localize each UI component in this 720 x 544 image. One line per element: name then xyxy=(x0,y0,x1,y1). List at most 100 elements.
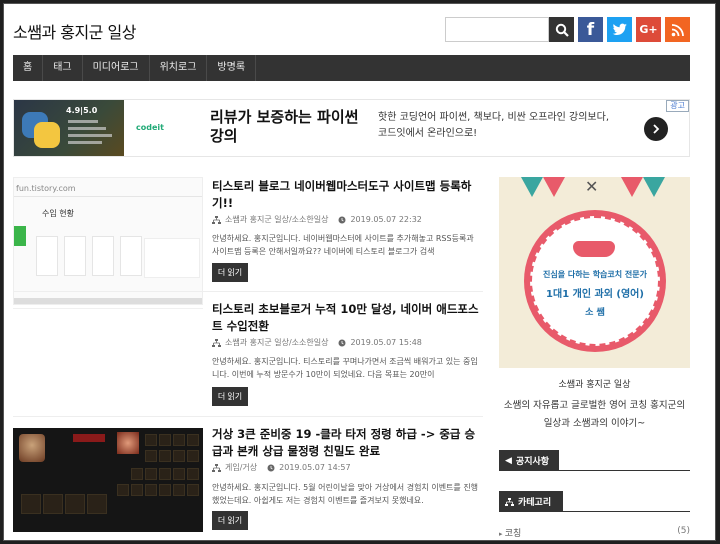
twitter-icon[interactable] xyxy=(607,17,632,42)
rss-icon[interactable] xyxy=(665,17,690,42)
game-slot xyxy=(187,484,199,496)
site-title[interactable]: 소쌤과 홍지군 일상 xyxy=(13,19,136,43)
widget-underline xyxy=(499,511,690,512)
game-portrait xyxy=(117,432,139,454)
category-count: (5) xyxy=(677,526,690,536)
chevron-right-icon xyxy=(653,124,660,134)
game-slot xyxy=(173,450,185,462)
game-slot xyxy=(159,468,171,480)
python-logo-part xyxy=(34,122,60,148)
post-excerpt: 안녕하세요. 홍지군입니다. 5월 어린이날을 맞아 거상에서 경험치 이벤트를… xyxy=(212,483,479,505)
category-title-label: 카테고리 xyxy=(518,498,552,508)
category-widget-title: 카테고리 xyxy=(499,491,563,512)
game-slot xyxy=(87,494,107,514)
clock-icon xyxy=(267,464,275,471)
thumb-footer xyxy=(14,298,202,304)
post-divider xyxy=(13,291,483,292)
nav-item-medialog[interactable]: 미디어로그 xyxy=(83,55,150,81)
close-mark-icon: ✕ xyxy=(585,177,599,196)
game-slot xyxy=(159,434,171,446)
ad-next-button[interactable] xyxy=(644,117,668,141)
game-slot xyxy=(173,484,185,496)
game-slot xyxy=(65,494,85,514)
banner-line-3: 소 쌤 xyxy=(585,308,605,318)
thumb-label: 수입 현황 xyxy=(42,209,74,218)
post-thumbnail[interactable] xyxy=(13,428,203,532)
thumb-divider xyxy=(14,196,202,197)
facebook-icon[interactable]: f xyxy=(578,17,603,42)
notice-widget-title: ◀ 공지사항 xyxy=(499,450,559,471)
post-thumbnail[interactable] xyxy=(13,308,203,428)
banner-line-2: 1대1 개인 과외 (영어) xyxy=(546,289,644,300)
sitemap-icon xyxy=(505,497,514,506)
bunting-flag xyxy=(621,177,643,197)
nav-item-home[interactable]: 홈 xyxy=(13,55,44,81)
post-title[interactable]: 거상 3큰 준비중 19 -클라 타저 정령 하급 -> 중급 승급과 본캐 상… xyxy=(212,426,484,460)
search-button[interactable] xyxy=(549,17,574,42)
game-slot xyxy=(43,494,63,514)
ad-banner[interactable]: 4.9|5.0 codeit 리뷰가 보증하는 파이썬 강의 핫한 코딩언어 파… xyxy=(13,99,690,157)
read-more-button[interactable]: 더 읽기 xyxy=(212,511,248,530)
ad-text-line xyxy=(68,141,102,144)
clock-icon xyxy=(338,216,346,223)
sidebar-banner[interactable]: ✕ 진심을 다하는 학습코치 전문가 1대1 개인 과외 (영어) 소 쌤 xyxy=(499,177,690,368)
post-meta: 소쌤과 홍지군 일상/소소한일상 2019.05.07 22:32 xyxy=(212,214,422,225)
thumb-box xyxy=(36,236,58,276)
game-slot xyxy=(145,484,157,496)
post-title[interactable]: 티스토리 블로그 네이버웹마스터도구 사이트맵 등록하기!! xyxy=(212,178,484,212)
thumb-chart xyxy=(144,238,200,278)
nav-item-tag[interactable]: 태그 xyxy=(43,55,83,81)
browser-page: 소쌤과 홍지군 일상 f G+ 홈 태그 미디어로그 위치로그 방명록 4.9|… xyxy=(3,3,716,541)
sitemap-icon xyxy=(212,215,221,224)
nav-item-guestbook[interactable]: 방명록 xyxy=(207,55,257,81)
post-excerpt: 안녕하세요. 홍지군입니다. 티스토리를 꾸며나가면서 조금씩 배워가고 있는 … xyxy=(212,357,478,379)
profile-description: 소쌤의 자유롭고 글로벌한 영어 코칭 홍지군의 일상과 소쌤과의 이야기~ xyxy=(503,400,686,429)
bunting-flag xyxy=(543,177,565,197)
post-category[interactable]: 게임/거상 xyxy=(225,462,257,473)
game-slot xyxy=(187,434,199,446)
thumb-green-tab xyxy=(14,226,26,246)
read-more-button[interactable]: 더 읽기 xyxy=(212,387,248,406)
post-category[interactable]: 소쌤과 홍지군 일상/소소한일상 xyxy=(225,214,328,225)
banner-circle-inner xyxy=(530,216,660,346)
ad-rating: 4.9|5.0 xyxy=(66,106,98,115)
ad-text-line xyxy=(68,127,106,130)
post-date: 2019.05.07 14:57 xyxy=(279,463,351,472)
post-title[interactable]: 티스토리 초보블로거 누적 10만 달성, 네이버 애드포스트 수입전환 xyxy=(212,301,484,335)
post-date: 2019.05.07 15:48 xyxy=(350,338,422,347)
game-slot xyxy=(145,450,157,462)
category-name[interactable]: 코칭 xyxy=(505,529,522,539)
search-input[interactable] xyxy=(445,17,549,42)
ad-headline[interactable]: 리뷰가 보증하는 파이썬 강의 xyxy=(210,108,360,146)
post-meta: 게임/거상 2019.05.07 14:57 xyxy=(212,462,351,473)
game-slot xyxy=(131,468,143,480)
post-thumbnail[interactable]: fun.tistory.com 수입 현황 xyxy=(13,177,203,305)
bunting-flag xyxy=(643,177,665,197)
game-button xyxy=(73,434,105,442)
post-excerpt: 안녕하세요. 홍지군입니다. 네이버웹마스터에 사이트를 추가해놓고 RSS등록… xyxy=(212,234,474,256)
post-date: 2019.05.07 22:32 xyxy=(350,215,422,224)
sitemap-icon xyxy=(212,463,221,472)
category-item[interactable]: ▸ 코칭 (5) xyxy=(499,526,690,539)
megaphone-icon: ◀ xyxy=(505,455,512,466)
notice-title-label: 공지사항 xyxy=(515,457,550,467)
ad-tag[interactable]: 광고 xyxy=(666,100,689,112)
game-slot xyxy=(173,434,185,446)
game-slot xyxy=(159,484,171,496)
thumb-box xyxy=(92,236,114,276)
game-slot xyxy=(187,450,199,462)
game-slot xyxy=(187,468,199,480)
googleplus-icon[interactable]: G+ xyxy=(636,17,661,42)
post-category[interactable]: 소쌤과 홍지군 일상/소소한일상 xyxy=(225,337,328,348)
game-slot xyxy=(159,450,171,462)
game-slot xyxy=(131,484,143,496)
game-character xyxy=(19,434,45,462)
main-nav: 홈 태그 미디어로그 위치로그 방명록 xyxy=(13,55,690,81)
ad-description: 핫한 코딩언어 파이썬, 책보다, 비싼 오프라인 강의보다, 코드잇에서 온라… xyxy=(378,112,610,139)
ad-text-line xyxy=(68,120,98,123)
read-more-button[interactable]: 더 읽기 xyxy=(212,263,248,282)
game-slot xyxy=(145,434,157,446)
nav-item-locationlog[interactable]: 위치로그 xyxy=(150,55,208,81)
ad-text-line xyxy=(68,134,112,137)
game-slot xyxy=(145,468,157,480)
